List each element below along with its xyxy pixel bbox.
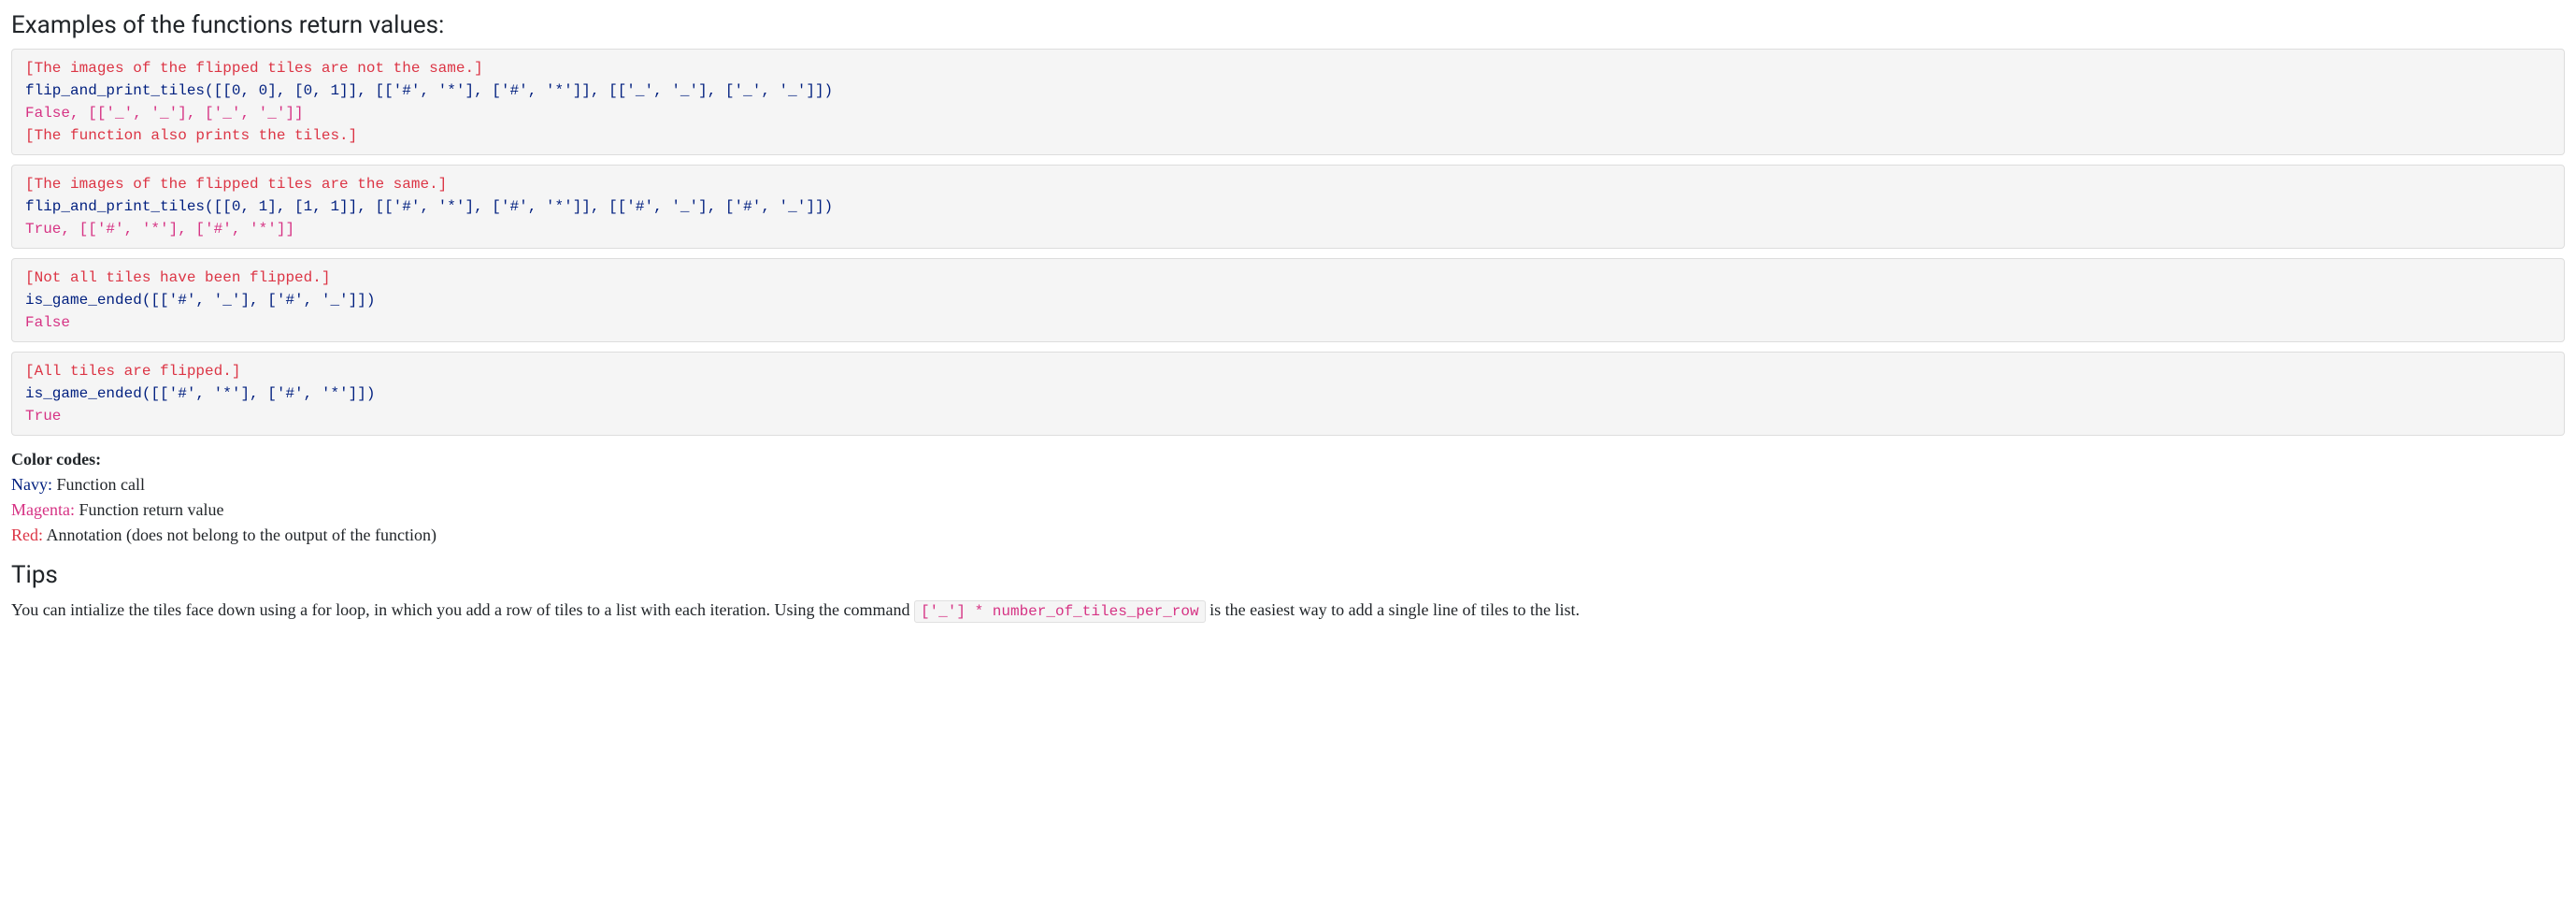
code-line: is_game_ended([['#', '_'], ['#', '_']]) xyxy=(25,292,375,309)
code-line: flip_and_print_tiles([[0, 0], [0, 1]], [… xyxy=(25,82,833,99)
code-block: [Not all tiles have been flipped.] is_ga… xyxy=(11,258,2565,342)
code-line: [The images of the flipped tiles are not… xyxy=(25,60,483,77)
code-block: [The images of the flipped tiles are the… xyxy=(11,165,2565,249)
color-code-magenta-label: Magenta: xyxy=(11,500,75,519)
code-line: flip_and_print_tiles([[0, 1], [1, 1]], [… xyxy=(25,198,833,215)
color-code-red-label: Red: xyxy=(11,526,43,544)
code-block: [The images of the flipped tiles are not… xyxy=(11,49,2565,155)
code-line: False xyxy=(25,314,70,331)
color-code-red-desc: Annotation (does not belong to the outpu… xyxy=(43,526,436,544)
color-code-navy-label: Navy: xyxy=(11,475,52,494)
code-line: True xyxy=(25,408,61,425)
tips-inline-code: ['_'] * number_of_tiles_per_row xyxy=(914,600,1206,623)
code-line: [Not all tiles have been flipped.] xyxy=(25,269,330,286)
tips-heading: Tips xyxy=(11,561,2565,589)
tips-body: You can intialize the tiles face down us… xyxy=(11,597,2565,625)
code-blocks-container: [The images of the flipped tiles are not… xyxy=(11,49,2565,436)
code-block: [All tiles are flipped.] is_game_ended([… xyxy=(11,352,2565,436)
color-codes-section: Color codes: Navy: Function call Magenta… xyxy=(11,447,2565,548)
code-line: [The images of the flipped tiles are the… xyxy=(25,176,447,193)
color-code-navy-desc: Function call xyxy=(52,475,145,494)
code-line: [All tiles are flipped.] xyxy=(25,363,240,380)
tips-suffix: is the easiest way to add a single line … xyxy=(1206,600,1580,619)
code-line: is_game_ended([['#', '*'], ['#', '*']]) xyxy=(25,385,375,402)
tips-prefix: You can intialize the tiles face down us… xyxy=(11,600,914,619)
code-line: False, [['_', '_'], ['_', '_']] xyxy=(25,105,304,122)
color-code-magenta-desc: Function return value xyxy=(75,500,223,519)
code-line: [The function also prints the tiles.] xyxy=(25,127,357,144)
color-codes-title: Color codes: xyxy=(11,450,101,468)
examples-heading: Examples of the functions return values: xyxy=(11,11,2565,39)
code-line: True, [['#', '*'], ['#', '*']] xyxy=(25,221,294,238)
